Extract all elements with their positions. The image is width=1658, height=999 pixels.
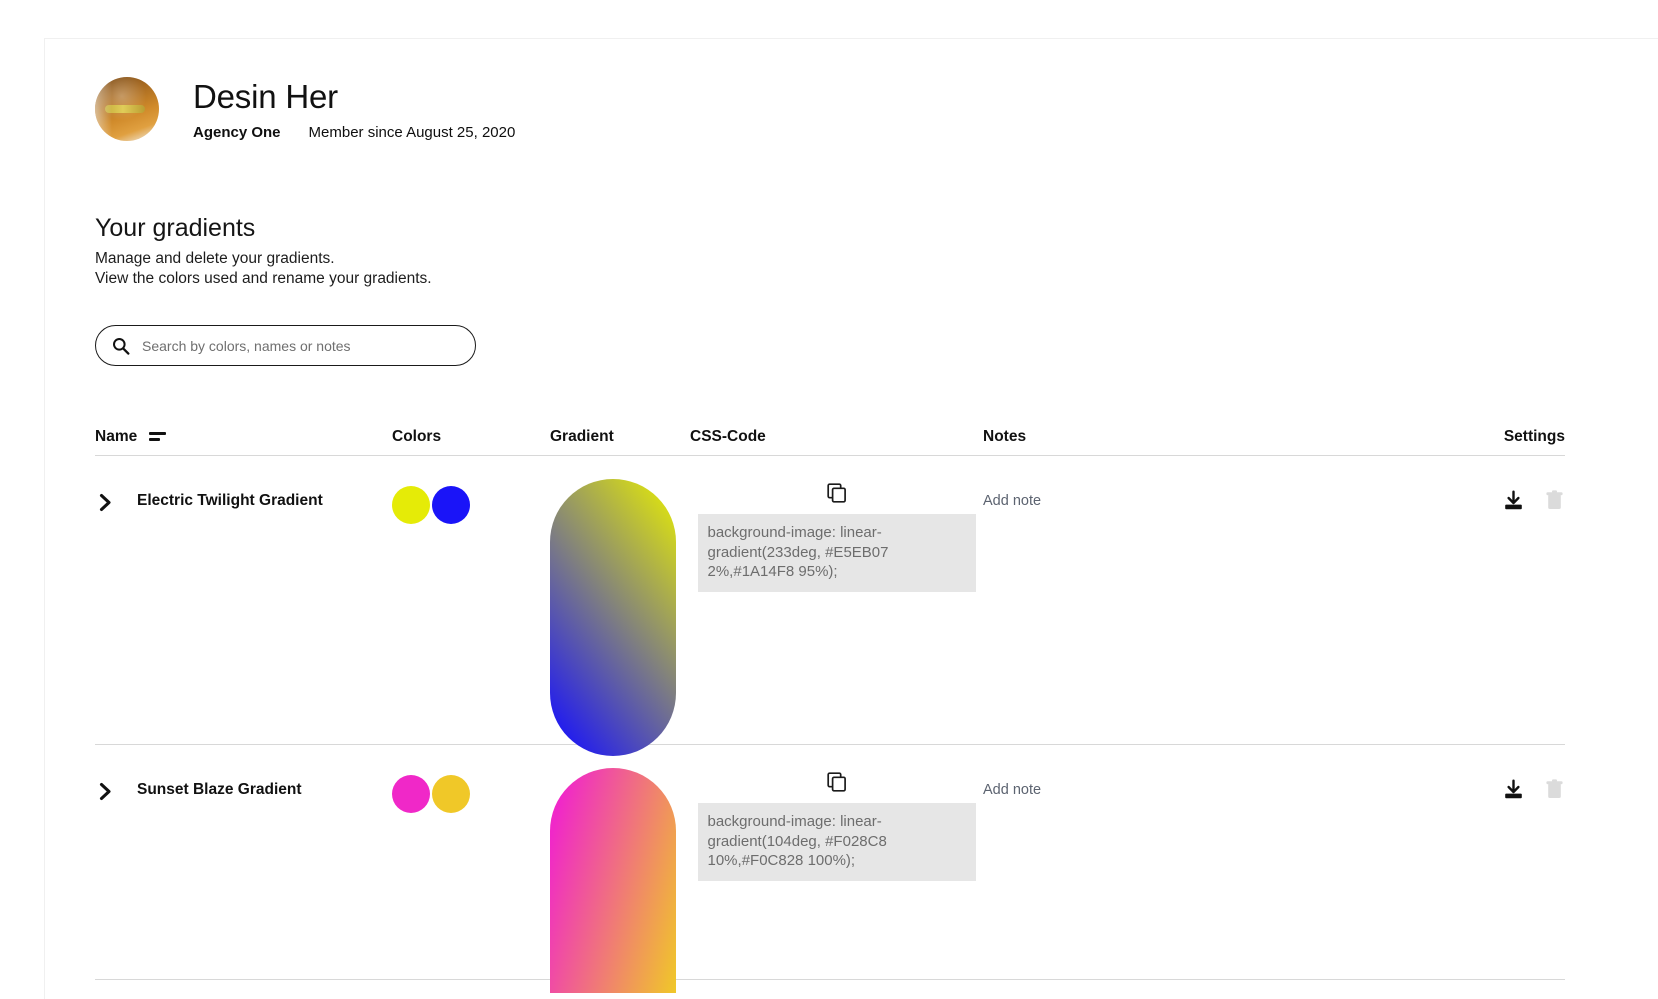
search-icon [112, 337, 130, 355]
add-note-button[interactable]: Add note [983, 493, 1041, 509]
search-bar[interactable] [95, 325, 476, 366]
row-gradient-cell [550, 763, 690, 993]
row-name-cell: Electric Twilight Gradient [95, 474, 392, 744]
section-subtitle-line2: View the colors used and rename your gra… [95, 269, 432, 287]
profile-text: Desin Her Agency One Member since August… [193, 78, 515, 141]
page-card: Desin Her Agency One Member since August… [44, 38, 1658, 999]
color-swatch[interactable] [432, 775, 470, 813]
copy-icon[interactable] [826, 482, 848, 504]
section-header: Your gradients Manage and delete your gr… [95, 213, 1615, 288]
app-root: Desin Her Agency One Member since August… [0, 0, 1658, 999]
column-header-colors: Colors [392, 427, 442, 445]
column-header-css-code: CSS-Code [690, 427, 766, 445]
row-css-cell: background-image: linear-gradient(104deg… [690, 763, 983, 979]
row-colors-cell [392, 474, 550, 744]
color-swatch[interactable] [432, 486, 470, 524]
table-row: Electric Twilight Gradient background-im… [95, 456, 1565, 756]
chevron-right-icon[interactable] [95, 492, 115, 512]
column-header-gradient: Gradient [550, 427, 614, 445]
page-title: Your gradients [95, 214, 256, 242]
profile-name: Desin Her [193, 77, 338, 115]
css-code-text[interactable]: background-image: linear-gradient(104deg… [697, 803, 976, 881]
profile-meta: Agency One Member since August 25, 2020 [193, 124, 515, 141]
row-notes-cell: Add note [983, 474, 1470, 744]
profile-member-since: Member since August 25, 2020 [308, 123, 516, 141]
row-notes-cell: Add note [983, 763, 1470, 979]
chevron-right-icon[interactable] [95, 781, 115, 801]
trash-icon[interactable] [1544, 490, 1565, 511]
row-name-cell: Sunset Blaze Gradient [95, 763, 392, 979]
table-header-row: Name Colors Gradient CSS-Code Notes Sett… [95, 418, 1565, 456]
color-swatch[interactable] [392, 775, 430, 813]
row-gradient-cell [550, 474, 690, 756]
column-header-settings: Settings [1503, 427, 1565, 445]
trash-icon[interactable] [1544, 779, 1565, 800]
color-swatch[interactable] [392, 486, 430, 524]
table-row: Sunset Blaze Gradient background-image: … [95, 745, 1565, 993]
profile-header: Desin Her Agency One Member since August… [95, 39, 1615, 141]
gradients-table: Name Colors Gradient CSS-Code Notes Sett… [95, 418, 1565, 993]
profile-agency: Agency One [193, 123, 281, 141]
gradient-preview [550, 768, 676, 993]
sort-lines-icon[interactable] [149, 430, 167, 443]
css-code-text[interactable]: background-image: linear-gradient(233deg… [697, 514, 976, 592]
download-icon[interactable] [1503, 779, 1524, 800]
gradient-name[interactable]: Electric Twilight Gradient [137, 492, 323, 510]
row-settings-cell [1470, 474, 1565, 744]
column-header-name-label: Name [95, 427, 138, 445]
section-subtitle-line1: Manage and delete your gradients. [95, 250, 335, 267]
row-colors-cell [392, 763, 550, 979]
search-input[interactable] [142, 337, 459, 354]
gradient-preview [550, 479, 676, 756]
column-header-notes: Notes [983, 427, 1027, 445]
copy-icon[interactable] [826, 771, 848, 793]
row-settings-cell [1470, 763, 1565, 979]
column-header-name[interactable]: Name [95, 428, 392, 446]
row-css-cell: background-image: linear-gradient(233deg… [690, 474, 983, 744]
download-icon[interactable] [1503, 490, 1524, 511]
avatar[interactable] [95, 77, 159, 141]
page-content: Desin Her Agency One Member since August… [95, 39, 1615, 993]
gradient-name[interactable]: Sunset Blaze Gradient [137, 781, 302, 799]
add-note-button[interactable]: Add note [983, 782, 1041, 798]
